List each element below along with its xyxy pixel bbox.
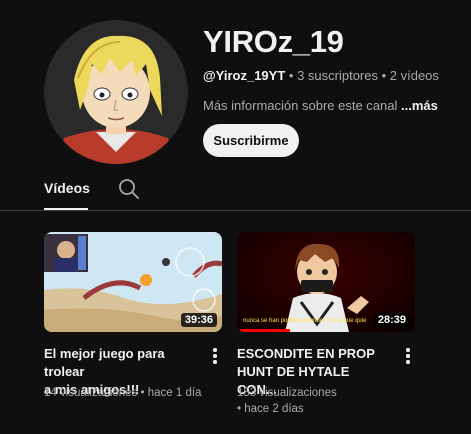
meta-separator: • (377, 68, 390, 83)
kebab-dot (213, 354, 217, 358)
video-menu-button[interactable] (207, 345, 223, 367)
video-title-line: El mejor juego para trolear (44, 346, 165, 379)
video-duration: 39:36 (180, 313, 217, 327)
watch-progress-bar (237, 329, 291, 332)
video-views: 153 visualizaciones (237, 387, 337, 399)
video-thumbnail-1[interactable]: 39:36 (44, 232, 222, 332)
channel-about-link[interactable]: Más información sobre este canal ...más (203, 98, 438, 113)
meta-separator: • (285, 68, 298, 83)
channel-name: YIROz_19 (203, 24, 344, 59)
about-more[interactable]: ...más (401, 98, 438, 113)
video-duration: 28:39 (373, 313, 410, 327)
tabs-divider (0, 210, 471, 211)
channel-meta: @Yiroz_19YT • 3 suscriptores • 2 vídeos (203, 68, 439, 83)
kebab-dot (213, 360, 217, 364)
video-thumbnail-2[interactable]: nunca se han podido esconder. En la que … (237, 232, 415, 332)
video-count: 2 vídeos (389, 68, 439, 83)
video-age: • hace 2 días (237, 403, 304, 415)
channel-avatar[interactable] (44, 20, 188, 164)
avatar-image (44, 20, 188, 164)
search-icon[interactable] (118, 178, 140, 200)
thumbnail-caption: nunca se han podido esconder. En la que … (243, 318, 367, 324)
video-title-line: ESCONDITE EN PROP (237, 346, 375, 361)
about-text: Más información sobre este canal (203, 98, 401, 113)
subscribe-button[interactable]: Suscribirme (203, 124, 299, 157)
kebab-dot (406, 360, 410, 364)
video-menu-button[interactable] (400, 345, 416, 367)
tab-videos[interactable]: Vídeos (44, 180, 90, 196)
channel-handle[interactable]: @Yiroz_19YT (203, 68, 285, 83)
subscriber-count: 3 suscriptores (297, 68, 378, 83)
kebab-dot (406, 348, 410, 352)
kebab-dot (213, 348, 217, 352)
video-meta: 14 visualizaciones • hace 1 día (44, 387, 202, 399)
kebab-dot (406, 354, 410, 358)
